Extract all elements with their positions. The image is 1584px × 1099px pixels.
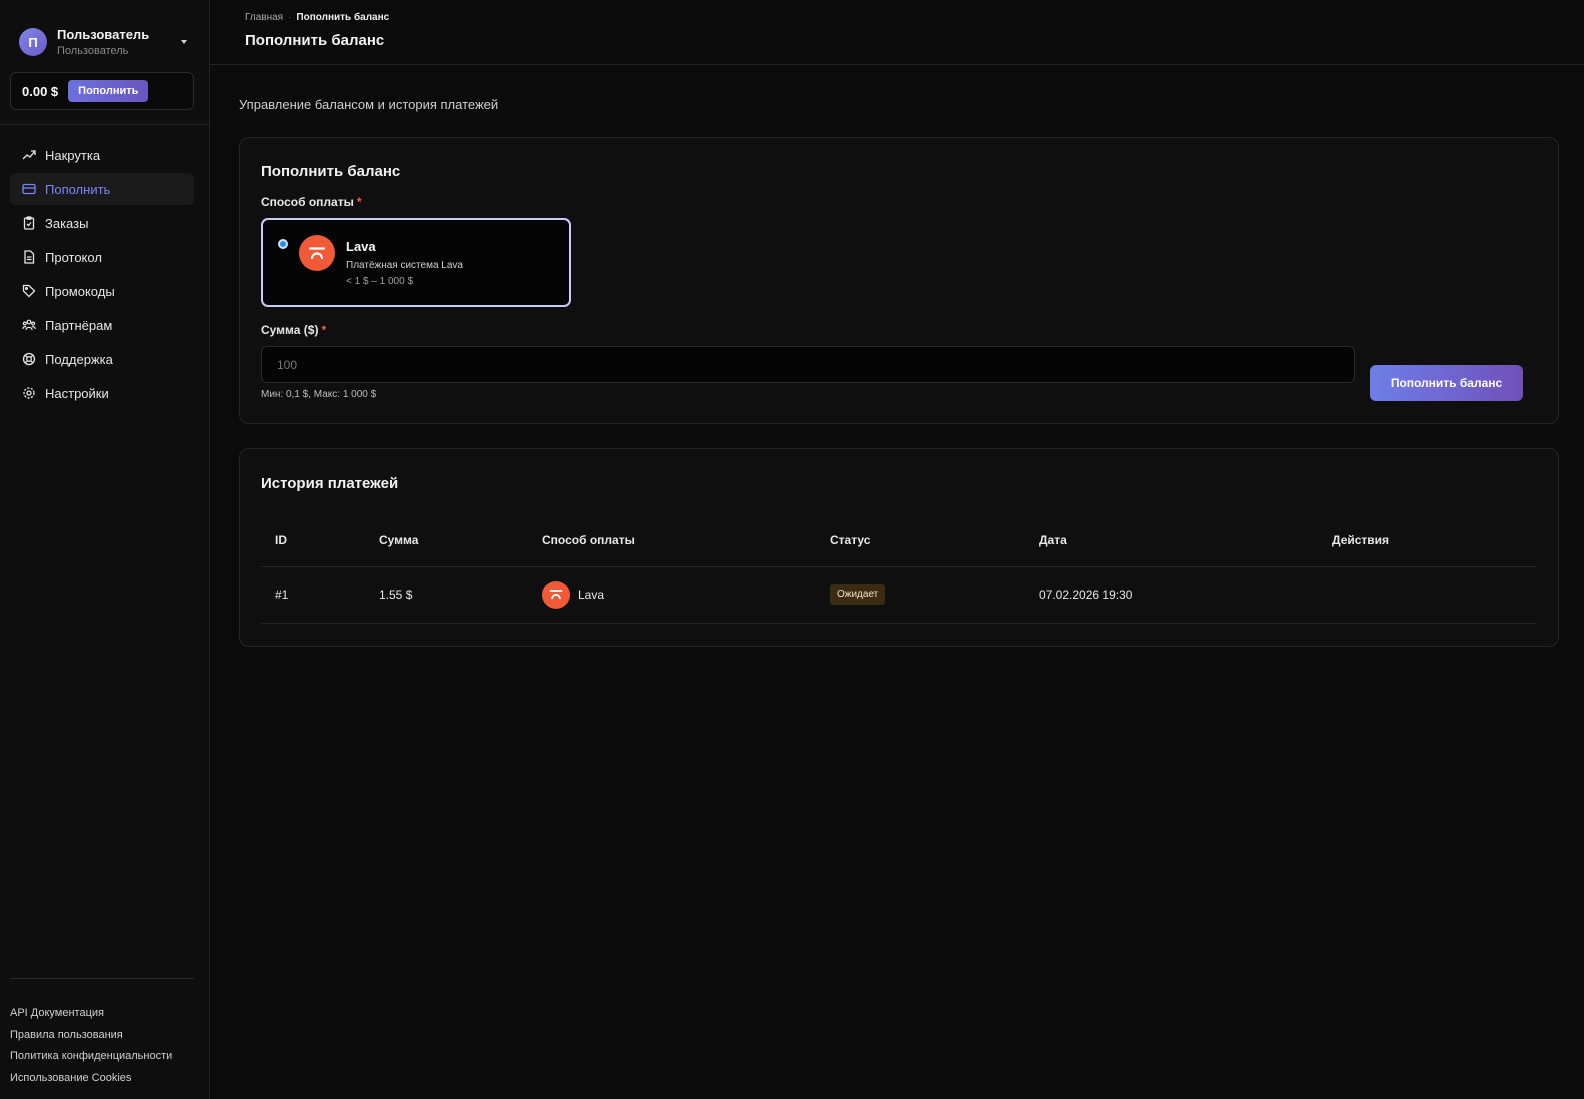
chevron-down-icon[interactable] (181, 40, 187, 44)
payment-actions (1318, 566, 1537, 624)
page-header: Главная · Пополнить баланс Пополнить бал… (210, 0, 1584, 65)
payment-method-info: Lava Платёжная система Lava < 1 $ – 1 00… (346, 239, 463, 305)
history-title: История платежей (261, 475, 399, 492)
payments-table: ID Сумма Способ оплаты Статус Дата Дейст… (261, 514, 1537, 624)
balance-widget: 0.00 $ Пополнить (10, 72, 194, 110)
column-header-status: Статус (816, 514, 1025, 567)
sidebar-item-label: Протокол (45, 249, 102, 265)
sidebar-item-settings[interactable]: Настройки (10, 377, 194, 409)
topup-button[interactable]: Пополнить (68, 80, 149, 102)
payment-method-description: Платёжная система Lava (346, 260, 463, 271)
payment-method-cell: Lava (528, 566, 816, 624)
amount-row: Мин: 0,1 $, Макс: 1 000 $ Пополнить бала… (261, 346, 1537, 401)
sidebar-item-label: Накрутка (45, 147, 101, 163)
payment-id: #1 (261, 566, 365, 624)
sidebar-item-boost[interactable]: Накрутка (10, 139, 194, 171)
sidebar-item-label: Промокоды (45, 283, 115, 299)
sidebar-item-label: Поддержка (45, 351, 113, 367)
sidebar-item-promocodes[interactable]: Промокоды (10, 275, 194, 307)
avatar: П (19, 28, 47, 56)
required-mark: * (356, 195, 362, 209)
lava-logo-icon (299, 235, 335, 271)
payment-method-name: Lava (578, 587, 605, 602)
column-header-actions: Действия (1318, 514, 1537, 567)
column-header-amount: Сумма (365, 514, 528, 567)
payment-amount: 1.55 $ (365, 566, 528, 624)
amount-input[interactable] (261, 346, 1355, 383)
credit-card-icon (22, 182, 36, 196)
breadcrumb-home[interactable]: Главная (245, 12, 283, 23)
history-card: История платежей ID Сумма Способ оплаты … (239, 448, 1559, 647)
divider (10, 978, 194, 979)
column-header-method: Способ оплаты (528, 514, 816, 567)
table-header-row: ID Сумма Способ оплаты Статус Дата Дейст… (261, 514, 1537, 567)
amount-label: Сумма ($) * (261, 323, 1537, 337)
amount-label-text: Сумма ($) (261, 323, 319, 337)
tag-icon (22, 284, 36, 298)
topup-submit-button[interactable]: Пополнить баланс (1370, 365, 1523, 401)
sidebar-item-topup[interactable]: Пополнить (10, 173, 194, 205)
document-icon (22, 250, 36, 264)
app: П Пользователь Пользователь 0.00 $ Попол… (0, 0, 1584, 1099)
payment-method: Lava (542, 580, 816, 609)
gear-icon (22, 386, 36, 400)
footer-link-api-docs[interactable]: API Документация (10, 1003, 194, 1025)
table-row: #1 1.55 $ Lava Ожидает 07.02.2026 19:30 (261, 566, 1537, 624)
user-role: Пользователь (57, 44, 129, 57)
footer-link-cookies[interactable]: Использование Cookies (10, 1068, 194, 1090)
users-icon (22, 318, 36, 332)
trending-up-icon (22, 148, 36, 162)
main-content: Главная · Пополнить баланс Пополнить бал… (210, 0, 1584, 1099)
page-title: Пополнить баланс (245, 32, 385, 49)
balance-amount: 0.00 $ (22, 83, 59, 99)
sidebar-item-support[interactable]: Поддержка (10, 343, 194, 375)
breadcrumb-separator: · (288, 12, 292, 23)
sidebar-footer: API Документация Правила пользования Пол… (10, 978, 194, 1089)
topup-card: Пополнить баланс Способ оплаты * Lava Пла… (239, 137, 1559, 424)
status-badge: Ожидает (830, 584, 886, 605)
radio-selected-icon[interactable] (278, 239, 288, 249)
column-header-date: Дата (1025, 514, 1318, 567)
footer-link-terms[interactable]: Правила пользования (10, 1025, 194, 1047)
sidebar-item-protocol[interactable]: Протокол (10, 241, 194, 273)
amount-field-wrap: Мин: 0,1 $, Макс: 1 000 $ (261, 346, 1355, 400)
sidebar-item-orders[interactable]: Заказы (10, 207, 194, 239)
sidebar-item-label: Заказы (45, 215, 89, 231)
user-name: Пользователь (57, 26, 150, 42)
column-header-id: ID (261, 514, 365, 567)
sidebar: П Пользователь Пользователь 0.00 $ Попол… (0, 0, 210, 1099)
payment-date: 07.02.2026 19:30 (1025, 566, 1318, 624)
user-info: Пользователь Пользователь (57, 27, 181, 58)
sidebar-nav: Накрутка Пополнить Заказы Протокол Промо… (0, 125, 209, 409)
sidebar-item-label: Пополнить (45, 181, 111, 197)
page-subtitle: Управление балансом и история платежей (239, 97, 499, 112)
sidebar-item-partners[interactable]: Партнёрам (10, 309, 194, 341)
clipboard-icon (22, 216, 36, 230)
payment-method-label-text: Способ оплаты (261, 195, 354, 209)
payment-method-option-lava[interactable]: Lava Платёжная система Lava < 1 $ – 1 00… (261, 218, 571, 307)
payment-method-range: < 1 $ – 1 000 $ (346, 276, 414, 287)
breadcrumb: Главная · Пополнить баланс (245, 12, 1584, 23)
required-mark: * (321, 323, 327, 337)
breadcrumb-current: Пополнить баланс (296, 12, 390, 23)
lifebuoy-icon (22, 352, 36, 366)
footer-link-privacy[interactable]: Политика конфиденциальности (10, 1046, 194, 1068)
content: Управление балансом и история платежей П… (210, 65, 1584, 647)
user-menu[interactable]: П Пользователь Пользователь (0, 0, 209, 62)
payment-method-name: Lava (346, 239, 376, 254)
payment-status-cell: Ожидает (816, 566, 1025, 624)
sidebar-item-label: Партнёрам (45, 317, 113, 333)
sidebar-item-label: Настройки (45, 385, 109, 401)
payment-method-label: Способ оплаты * (261, 195, 1537, 209)
amount-hint: Мин: 0,1 $, Макс: 1 000 $ (261, 389, 377, 400)
lava-logo-icon (542, 580, 570, 609)
topup-title: Пополнить баланс (261, 163, 401, 180)
